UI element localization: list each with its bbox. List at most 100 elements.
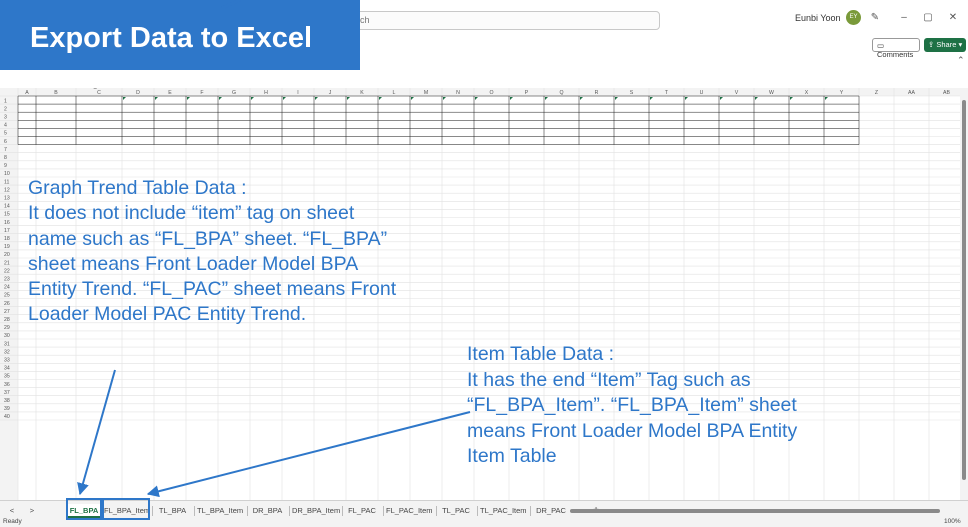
- tab-prev-button[interactable]: <: [6, 504, 18, 518]
- tab-dr-bpa-item[interactable]: DR_BPA_Item: [292, 504, 340, 518]
- share-button[interactable]: ⇪ Share ▾: [924, 38, 966, 52]
- column-letter[interactable]: E: [168, 90, 172, 96]
- column-letter[interactable]: I: [297, 90, 298, 96]
- data-cell[interactable]: 333.5: [669, 88, 682, 90]
- data-cell[interactable]: 332: [568, 88, 577, 90]
- row-number[interactable]: 8: [4, 155, 7, 161]
- tab-tl-bpa[interactable]: TL_BPA: [155, 504, 190, 518]
- row-number[interactable]: 11: [4, 179, 9, 185]
- avatar[interactable]: EY: [846, 10, 861, 25]
- column-letter[interactable]: U: [700, 90, 704, 96]
- row-number[interactable]: 28: [4, 317, 10, 323]
- row-number[interactable]: 4: [4, 123, 7, 129]
- data-cell[interactable]: 330.5: [494, 88, 507, 90]
- column-letter[interactable]: L: [393, 90, 396, 96]
- data-cell[interactable]: 315.9: [427, 88, 440, 90]
- row-number[interactable]: 1: [4, 98, 7, 104]
- row-number[interactable]: 5: [4, 131, 7, 137]
- data-cell[interactable]: 335.5: [235, 88, 248, 90]
- tab-fl-pac[interactable]: FL_PAC: [345, 504, 379, 518]
- row-number[interactable]: 40: [4, 414, 10, 420]
- row-number[interactable]: 10: [4, 171, 10, 177]
- zoom-level[interactable]: 100%: [944, 518, 961, 525]
- column-letter[interactable]: V: [735, 90, 739, 96]
- row-number[interactable]: 27: [4, 309, 10, 315]
- column-letter[interactable]: X: [805, 90, 809, 96]
- row-number[interactable]: 36: [4, 382, 10, 388]
- column-letter[interactable]: S: [630, 90, 634, 96]
- row-number[interactable]: 17: [4, 228, 10, 234]
- data-cell[interactable]: 331.9: [599, 88, 612, 90]
- column-letter[interactable]: AB: [943, 90, 950, 96]
- data-cell[interactable]: 330.4: [529, 88, 542, 90]
- data-cell[interactable]: 334.8: [203, 88, 216, 90]
- tab-dr-pac[interactable]: DR_PAC: [533, 504, 569, 518]
- column-letter[interactable]: P: [525, 90, 529, 96]
- data-cell[interactable]: 333.3: [739, 88, 752, 90]
- tab-fl-pac-item[interactable]: FL_PAC_Item: [386, 504, 433, 518]
- comments-button[interactable]: ▭ Comments: [872, 38, 920, 59]
- data-cell[interactable]: 336: [271, 88, 280, 90]
- column-letter[interactable]: A: [25, 90, 29, 96]
- row-number[interactable]: 39: [4, 406, 10, 412]
- row-number[interactable]: 24: [4, 285, 10, 291]
- column-letter[interactable]: R: [595, 90, 599, 96]
- row-number[interactable]: 6: [4, 139, 7, 145]
- row-number[interactable]: 15: [4, 212, 10, 218]
- row-number[interactable]: 23: [4, 277, 10, 283]
- data-cell[interactable]: 329.5: [331, 88, 344, 90]
- close-button[interactable]: ✕: [945, 11, 961, 25]
- data-cell[interactable]: 5: [26, 88, 29, 90]
- row-number[interactable]: 31: [4, 341, 10, 347]
- data-cell[interactable]: F3P2CYUB: [37, 88, 64, 90]
- scrollbar-thumb[interactable]: [962, 100, 966, 480]
- row-number[interactable]: 26: [4, 301, 10, 307]
- row-number[interactable]: 33: [4, 358, 10, 364]
- column-letter[interactable]: H: [264, 90, 268, 96]
- row-number[interactable]: 7: [4, 147, 7, 153]
- data-cell[interactable]: V2 Refresl: [77, 88, 101, 90]
- column-letter[interactable]: Q: [559, 90, 563, 96]
- column-letter[interactable]: AA: [908, 90, 915, 96]
- row-number[interactable]: 18: [4, 236, 10, 242]
- row-number[interactable]: 13: [4, 196, 10, 202]
- row-number[interactable]: 2: [4, 106, 7, 112]
- data-cell[interactable]: 333: [813, 88, 822, 90]
- data-cell[interactable]: 318.7: [363, 88, 376, 90]
- data-cell[interactable]: 332.5: [844, 88, 857, 90]
- user-name[interactable]: Eunbi Yoon: [795, 13, 841, 23]
- row-number[interactable]: 32: [4, 349, 10, 355]
- row-number[interactable]: 14: [4, 204, 10, 210]
- column-letter[interactable]: K: [360, 90, 364, 96]
- row-number[interactable]: 29: [4, 325, 10, 331]
- row-number[interactable]: 12: [4, 187, 10, 193]
- column-letter[interactable]: N: [456, 90, 460, 96]
- data-cell[interactable]: 332.9: [299, 88, 312, 90]
- row-number[interactable]: 3: [4, 115, 7, 121]
- tab-next-button[interactable]: >: [26, 504, 38, 518]
- tab-dr-bpa[interactable]: DR_BPA: [250, 504, 285, 518]
- row-number[interactable]: 9: [4, 163, 7, 169]
- row-number[interactable]: 25: [4, 293, 10, 299]
- search-box[interactable]: Search: [316, 11, 660, 30]
- column-letter[interactable]: G: [232, 90, 236, 96]
- column-letter[interactable]: J: [329, 90, 332, 96]
- column-letter[interactable]: O: [489, 90, 493, 96]
- pen-icon[interactable]: ✎: [867, 11, 883, 25]
- row-number[interactable]: 19: [4, 244, 10, 250]
- data-cell[interactable]: 331.9: [634, 88, 647, 90]
- row-number[interactable]: 34: [4, 366, 10, 372]
- vertical-scrollbar[interactable]: [960, 88, 968, 500]
- restore-button[interactable]: ▢: [920, 11, 936, 25]
- column-letter[interactable]: F: [200, 90, 203, 96]
- row-number[interactable]: 35: [4, 374, 10, 380]
- column-letter[interactable]: W: [769, 90, 774, 96]
- tab-tl-pac-item[interactable]: TL_PAC_Item: [480, 504, 527, 518]
- data-cell[interactable]: 337.7: [171, 88, 184, 90]
- column-letter[interactable]: Y: [840, 90, 844, 96]
- row-number[interactable]: 21: [4, 260, 10, 266]
- data-cell[interactable]: 318.3: [395, 88, 408, 90]
- tab-tl-bpa-item[interactable]: TL_BPA_Item: [197, 504, 243, 518]
- row-number[interactable]: 30: [4, 333, 10, 339]
- row-number[interactable]: 38: [4, 398, 10, 404]
